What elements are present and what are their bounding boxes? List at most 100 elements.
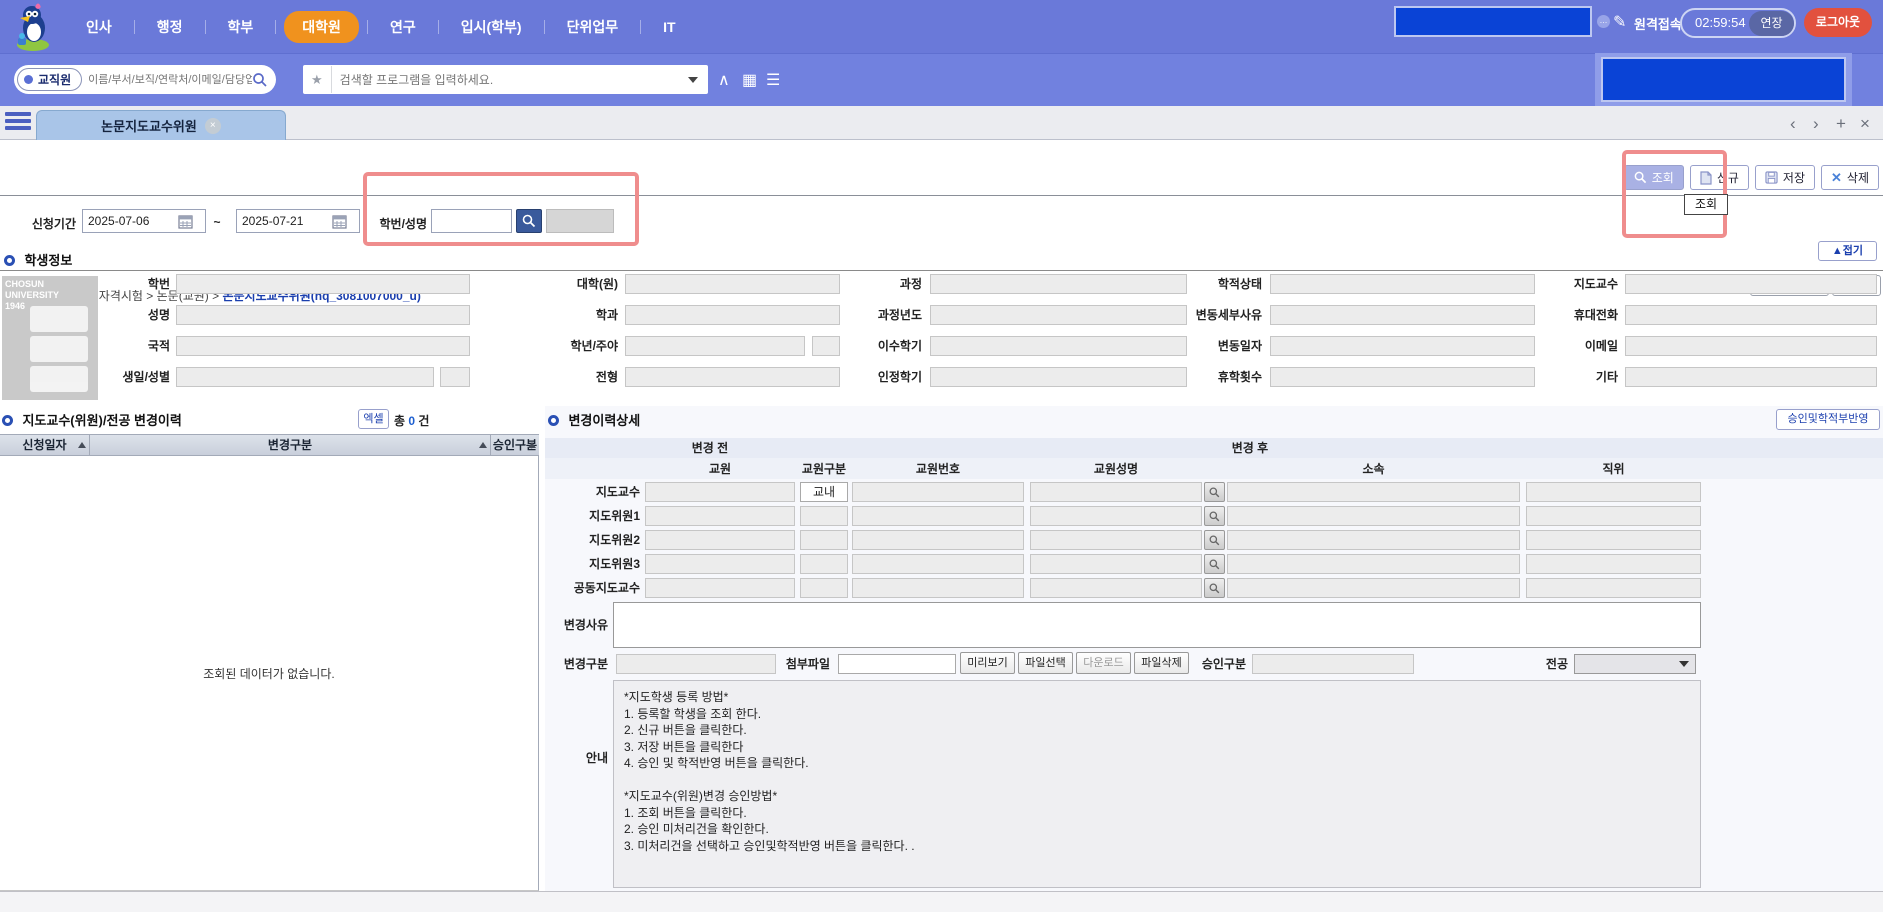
attachment-field[interactable] bbox=[838, 654, 956, 674]
field-gender[interactable] bbox=[440, 367, 470, 387]
committee1-no-field[interactable] bbox=[852, 506, 1024, 526]
column-header-change-type[interactable]: 변경구분 bbox=[90, 435, 491, 455]
field-birth[interactable] bbox=[176, 367, 434, 387]
history-table-body[interactable]: 조회된 데이터가 없습니다. bbox=[0, 456, 539, 891]
sort-icon[interactable] bbox=[479, 442, 487, 448]
co-advisor-faculty-field[interactable] bbox=[645, 578, 795, 598]
committee3-name-field[interactable] bbox=[1030, 554, 1202, 574]
tab-active[interactable]: 논문지도교수위원 × bbox=[36, 110, 286, 140]
calendar-icon[interactable] bbox=[178, 214, 193, 229]
menu-it[interactable]: IT bbox=[649, 13, 689, 41]
date-from-input[interactable] bbox=[88, 214, 174, 228]
select-file-button[interactable]: 파일선택 bbox=[1018, 652, 1073, 674]
field-gukjeok[interactable] bbox=[176, 336, 470, 356]
committee2-faculty-field[interactable] bbox=[645, 530, 795, 550]
menu-danwi[interactable]: 단위업무 bbox=[553, 11, 633, 43]
committee2-position-field[interactable] bbox=[1526, 530, 1701, 550]
field-seongmyeong[interactable] bbox=[176, 305, 470, 325]
committee3-faculty-field[interactable] bbox=[645, 554, 795, 574]
menu-haengjeong[interactable]: 행정 bbox=[143, 11, 197, 43]
date-to-input[interactable] bbox=[242, 214, 328, 228]
caret-icon[interactable]: ∧ bbox=[718, 70, 730, 90]
committee3-position-field[interactable] bbox=[1526, 554, 1701, 574]
co-advisor-affiliation-field[interactable] bbox=[1227, 578, 1520, 598]
approve-apply-button[interactable]: 승인및학적부반영 bbox=[1776, 409, 1880, 430]
tab-next-icon[interactable]: › bbox=[1813, 114, 1819, 134]
co-advisor-search-button[interactable] bbox=[1204, 578, 1225, 598]
advisor-no-field[interactable] bbox=[852, 482, 1024, 502]
field-jido-gyosu[interactable] bbox=[1625, 274, 1877, 294]
calendar-icon[interactable] bbox=[332, 214, 347, 229]
search-scope-pill[interactable]: 교직원 bbox=[17, 68, 82, 91]
change-reason-textarea[interactable] bbox=[613, 602, 1701, 648]
co-advisor-type-field[interactable] bbox=[800, 578, 848, 598]
tab-add-icon[interactable]: + bbox=[1836, 114, 1846, 134]
committee3-search-button[interactable] bbox=[1204, 554, 1225, 574]
committee1-position-field[interactable] bbox=[1526, 506, 1701, 526]
menu-hakbu[interactable]: 학부 bbox=[214, 11, 268, 43]
field-email[interactable] bbox=[1625, 336, 1877, 356]
committee2-no-field[interactable] bbox=[852, 530, 1024, 550]
program-search-input[interactable] bbox=[332, 73, 688, 87]
excel-export-button[interactable]: 엑셀 bbox=[358, 409, 389, 429]
favorite-star-icon[interactable]: ★ bbox=[303, 66, 332, 93]
committee3-no-field[interactable] bbox=[852, 554, 1024, 574]
change-type-field[interactable] bbox=[616, 654, 776, 674]
approval-type-field[interactable] bbox=[1252, 654, 1414, 674]
committee1-name-field[interactable] bbox=[1030, 506, 1202, 526]
date-to-field[interactable] bbox=[236, 209, 360, 233]
field-byeondong-ilja[interactable] bbox=[1270, 336, 1535, 356]
field-hakjeok-sangtae[interactable] bbox=[1270, 274, 1535, 294]
field-hyudae-jeonhwa[interactable] bbox=[1625, 305, 1877, 325]
delete-button[interactable]: ✕ 삭제 bbox=[1821, 165, 1879, 190]
field-byeondong-sayu[interactable] bbox=[1270, 305, 1535, 325]
field-daehak[interactable] bbox=[625, 274, 840, 294]
committee1-affiliation-field[interactable] bbox=[1227, 506, 1520, 526]
hamburger-menu-icon[interactable] bbox=[5, 112, 31, 133]
committee3-affiliation-field[interactable] bbox=[1227, 554, 1520, 574]
field-haknyeon[interactable] bbox=[625, 336, 805, 356]
column-header-approval[interactable]: 승인구분 bbox=[491, 435, 539, 455]
grid-view-icon[interactable]: ▦ bbox=[742, 70, 757, 90]
new-button[interactable]: 신규 bbox=[1690, 165, 1749, 190]
advisor-name-field[interactable] bbox=[1030, 482, 1202, 502]
ellipsis-icon[interactable]: … bbox=[1597, 15, 1610, 28]
tab-close-all-icon[interactable]: × bbox=[1860, 114, 1870, 134]
committee2-search-button[interactable] bbox=[1204, 530, 1225, 550]
collapse-button[interactable]: ▲접기 bbox=[1818, 241, 1877, 261]
dropdown-arrow-icon[interactable] bbox=[688, 77, 698, 83]
tab-prev-icon[interactable]: ‹ bbox=[1790, 114, 1796, 134]
logout-button[interactable]: 로그아웃 bbox=[1804, 8, 1872, 37]
field-hakbeon[interactable] bbox=[176, 274, 470, 294]
menu-ipsi[interactable]: 입시(학부) bbox=[447, 11, 536, 43]
student-id-input[interactable] bbox=[431, 209, 512, 233]
student-search-button[interactable] bbox=[516, 209, 542, 233]
delete-file-button[interactable]: 파일삭제 bbox=[1134, 652, 1189, 674]
search-icon[interactable] bbox=[252, 72, 268, 88]
preview-file-button[interactable]: 미리보기 bbox=[960, 652, 1015, 674]
menu-yeongu[interactable]: 연구 bbox=[376, 11, 430, 43]
search-button[interactable]: 조회 bbox=[1624, 165, 1684, 190]
field-hakgwa[interactable] bbox=[625, 305, 840, 325]
advisor-type-field[interactable]: 교내 bbox=[800, 482, 848, 502]
co-advisor-no-field[interactable] bbox=[852, 578, 1024, 598]
field-hyuhak-hoetsu[interactable] bbox=[1270, 367, 1535, 387]
sort-icon[interactable] bbox=[78, 442, 86, 448]
field-jeonhyeong[interactable] bbox=[625, 367, 840, 387]
extend-session-button[interactable]: 연장 bbox=[1749, 11, 1794, 36]
date-from-field[interactable] bbox=[82, 209, 206, 233]
menu-insa[interactable]: 인사 bbox=[72, 11, 126, 43]
person-search-input[interactable] bbox=[88, 74, 252, 86]
advisor-faculty-field[interactable] bbox=[645, 482, 795, 502]
advisor-affiliation-field[interactable] bbox=[1227, 482, 1520, 502]
column-header-request-date[interactable]: 신청일자 bbox=[0, 435, 90, 455]
major-select[interactable] bbox=[1574, 654, 1696, 674]
co-advisor-name-field[interactable] bbox=[1030, 578, 1202, 598]
list-view-icon[interactable]: ☰ bbox=[766, 70, 780, 90]
field-gita[interactable] bbox=[1625, 367, 1877, 387]
tab-close-icon[interactable]: × bbox=[205, 118, 221, 134]
committee1-type-field[interactable] bbox=[800, 506, 848, 526]
committee2-type-field[interactable] bbox=[800, 530, 848, 550]
sort-icon[interactable] bbox=[528, 442, 536, 448]
committee1-search-button[interactable] bbox=[1204, 506, 1225, 526]
